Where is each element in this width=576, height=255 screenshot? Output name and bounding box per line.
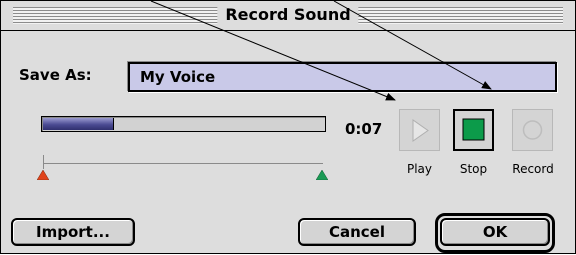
record-sound-dialog: Record Sound Save As: 0:07 Play Stop Rec…	[0, 0, 576, 254]
annotation-arrow-play	[150, 1, 396, 101]
annotation-arrows	[150, 1, 492, 101]
annotation-arrow-stop	[333, 1, 492, 90]
